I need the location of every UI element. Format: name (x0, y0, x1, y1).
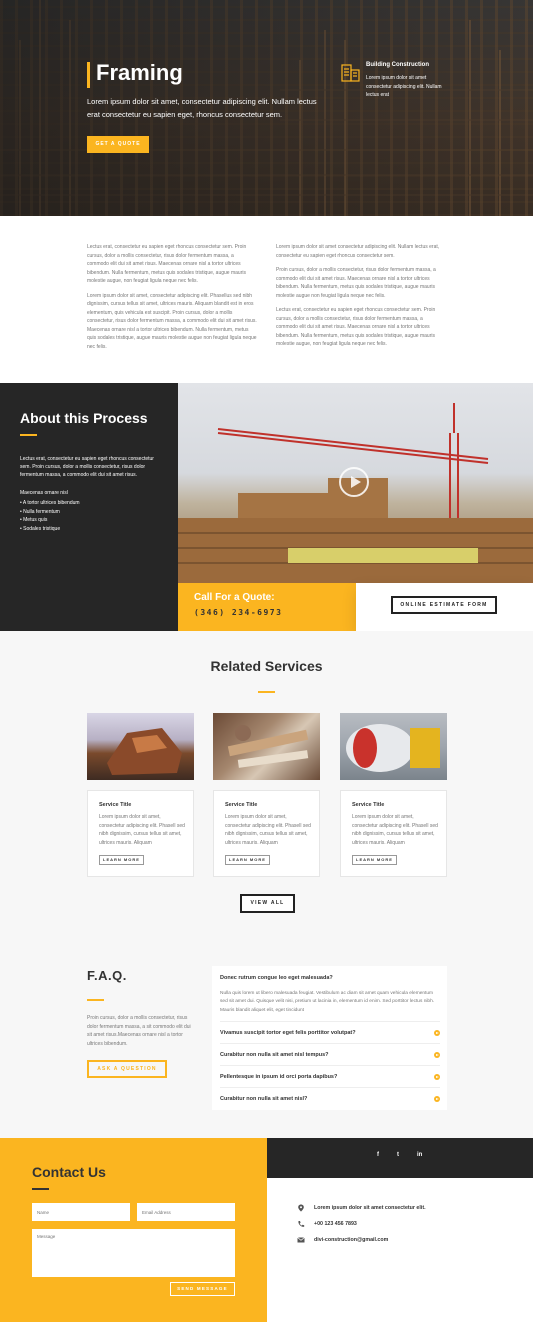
feature-text: Lorem ipsum dolor sit amet consectetur a… (366, 75, 442, 98)
service-title: Service Title (352, 802, 385, 808)
contact-address: Lorem ipsum dolor sit amet consectetur e… (314, 1205, 426, 1211)
services-title-underline (258, 691, 275, 693)
mail-icon (297, 1237, 305, 1243)
services-title: Related Services (210, 658, 323, 674)
arrow-circle-icon[interactable] (434, 1074, 440, 1080)
faq-question[interactable]: Curabitur non nulla sit amet nisl? (220, 1096, 307, 1102)
service-image-woodwork[interactable] (213, 713, 320, 780)
page-title: Framing (96, 60, 183, 85)
about-title: About this Process (20, 410, 148, 426)
faq-question[interactable]: Curabitur non nulla sit amet nisl tempus… (220, 1052, 328, 1058)
intro-paragraph: Lorem ipsum dolor sit amet, consectetur … (87, 292, 257, 350)
faq-divider (220, 1065, 440, 1066)
learn-more-button[interactable]: LEARN MORE (99, 855, 144, 865)
intro-paragraph: Lorem ipsum dolor sit amet consectetur a… (276, 244, 440, 259)
about-list-intro: Maecenas ornare nisl (20, 490, 68, 496)
contact-phone[interactable]: +00 123 456 7893 (314, 1221, 357, 1227)
arrow-circle-icon[interactable] (434, 1030, 440, 1036)
list-item: Nulla fermentum (20, 508, 80, 517)
feature-title: Building Construction (366, 62, 429, 68)
faq-title-underline (87, 999, 104, 1001)
contact-title-underline (32, 1188, 49, 1190)
list-item: Metus quis (20, 516, 80, 525)
learn-more-button[interactable]: LEARN MORE (225, 855, 270, 865)
service-text: Lorem ipsum dolor sit amet, consectetur … (99, 814, 185, 846)
learn-more-button[interactable]: LEARN MORE (352, 855, 397, 865)
intro-paragraph: Lectus erat, consectetur eu sapien eget … (276, 307, 436, 347)
about-title-underline (20, 434, 37, 436)
contact-email[interactable]: divi-construction@gmail.com (314, 1237, 388, 1243)
excavator-graphic (107, 728, 182, 775)
social-bar (267, 1138, 533, 1178)
about-list: A tortor ultrices bibendum Nulla ferment… (20, 499, 80, 534)
quote-phone[interactable]: (346) 234-6973 (194, 608, 282, 617)
view-all-button[interactable]: VIEW ALL (240, 894, 295, 913)
faq-question[interactable]: Vivamus suscipit tortor eget felis portt… (220, 1030, 356, 1036)
arrow-circle-icon[interactable] (434, 1096, 440, 1102)
facebook-icon[interactable]: f (377, 1152, 379, 1158)
linkedin-icon[interactable]: in (417, 1152, 422, 1158)
faq-divider (220, 1021, 440, 1022)
contact-title: Contact Us (32, 1164, 106, 1180)
faq-answer: Nulla quis lorem ut libero malesuada feu… (220, 991, 435, 1013)
faq-title: F.A.Q. (87, 968, 127, 983)
message-field[interactable] (32, 1229, 235, 1277)
intro-right-column: Lorem ipsum dolor sit amet consectetur a… (276, 243, 446, 355)
intro-paragraph: Proin cursus, dolor a mollis consectetur… (276, 267, 436, 299)
about-text: Lectus erat, consectetur eu sapien eget … (20, 456, 154, 478)
arrow-circle-icon[interactable] (434, 1052, 440, 1058)
service-image-excavator[interactable] (87, 713, 194, 780)
online-estimate-button[interactable]: ONLINE ESTIMATE FORM (391, 596, 497, 614)
service-title: Service Title (225, 802, 258, 808)
twitter-icon[interactable]: t (397, 1152, 399, 1158)
title-accent-bar (87, 62, 90, 88)
faq-question-open[interactable]: Donec rutrum congue leo eget malesuada? (220, 975, 333, 981)
phone-icon (298, 1221, 305, 1227)
play-icon[interactable] (339, 467, 369, 497)
mixer-graphic (346, 724, 440, 772)
list-item: Sodales tristique (20, 525, 80, 534)
email-field[interactable] (137, 1203, 235, 1221)
name-field[interactable] (32, 1203, 130, 1221)
service-image-mixer[interactable] (340, 713, 447, 780)
service-title: Service Title (99, 802, 132, 808)
hero-description: Lorem ipsum dolor sit amet, consectetur … (87, 97, 317, 119)
faq-accordion (212, 966, 447, 1110)
faq-divider (220, 1043, 440, 1044)
page: Framing Lorem ipsum dolor sit amet, cons… (0, 0, 533, 1322)
send-message-button[interactable]: SEND MESSAGE (170, 1282, 235, 1296)
faq-question[interactable]: Pellentesque in ipsum id orci porta dapi… (220, 1074, 337, 1080)
ask-a-question-button[interactable]: ASK A QUESTION (87, 1060, 167, 1078)
quote-panel (178, 583, 356, 631)
woodwork-graphic (227, 725, 309, 768)
service-text: Lorem ipsum dolor sit amet, consectetur … (352, 814, 438, 846)
intro-paragraph: Lectus erat, consectetur eu sapien eget … (87, 244, 247, 284)
service-text: Lorem ipsum dolor sit amet, consectetur … (225, 814, 311, 846)
get-a-quote-button[interactable]: GET A QUOTE (87, 136, 149, 153)
location-icon (298, 1204, 304, 1212)
faq-text: Proin cursus, dolor a mollis consectetur… (87, 1015, 191, 1047)
intro-left-column: Lectus erat, consectetur eu sapien eget … (87, 243, 257, 357)
faq-divider (220, 1087, 440, 1088)
quote-title: Call For a Quote: (194, 592, 275, 603)
building-icon (341, 64, 360, 82)
list-item: A tortor ultrices bibendum (20, 499, 80, 508)
